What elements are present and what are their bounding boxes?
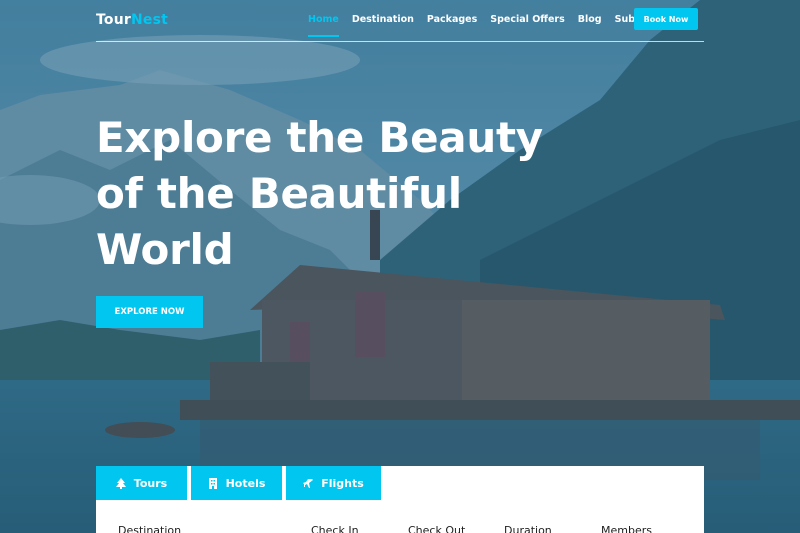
top-navbar: TourNest Home Destination Packages Speci… — [96, 0, 704, 42]
explore-now-button[interactable]: EXPLORE NOW — [96, 296, 203, 328]
tree-icon — [115, 477, 126, 489]
field-label-destination: Destination — [118, 524, 182, 533]
tab-flights-label: Flights — [321, 476, 364, 490]
field-label-check-out: Check Out — [408, 524, 466, 533]
hero-headline: Explore the Beauty of the Beautiful Worl… — [96, 110, 546, 278]
book-now-button[interactable]: Book Now — [634, 8, 698, 30]
nav-link-home[interactable]: Home — [308, 14, 339, 37]
nav-link-destination[interactable]: Destination — [352, 14, 414, 37]
field-label-duration: Duration — [504, 524, 552, 533]
nav-link-blog[interactable]: Blog — [578, 14, 602, 37]
tab-tours[interactable]: Tours — [96, 466, 187, 500]
tab-flights[interactable]: Flights — [286, 466, 381, 500]
building-icon — [208, 477, 217, 489]
hero-headline-line-2: of the Beautiful — [96, 169, 462, 218]
field-label-check-in: Check In — [311, 524, 359, 533]
hero-headline-line-1: Explore the Beauty — [96, 113, 543, 162]
nav-link-special-offers[interactable]: Special Offers — [490, 14, 565, 37]
logo-text-tour: Tour — [96, 12, 131, 28]
tab-hotels-label: Hotels — [225, 476, 266, 490]
nav-link-packages[interactable]: Packages — [427, 14, 477, 37]
hero-headline-line-3: World — [96, 225, 234, 274]
booking-panel: Tours Hotels Flights Destination Check I… — [96, 466, 704, 533]
logo-text-nest: Nest — [130, 12, 169, 28]
field-label-members: Members — [601, 524, 652, 533]
tab-tours-label: Tours — [133, 476, 168, 490]
site-logo[interactable]: TourNest — [96, 12, 168, 28]
plane-icon — [303, 478, 314, 488]
tab-hotels[interactable]: Hotels — [191, 466, 282, 500]
booking-tabs: Tours Hotels Flights — [96, 466, 385, 500]
